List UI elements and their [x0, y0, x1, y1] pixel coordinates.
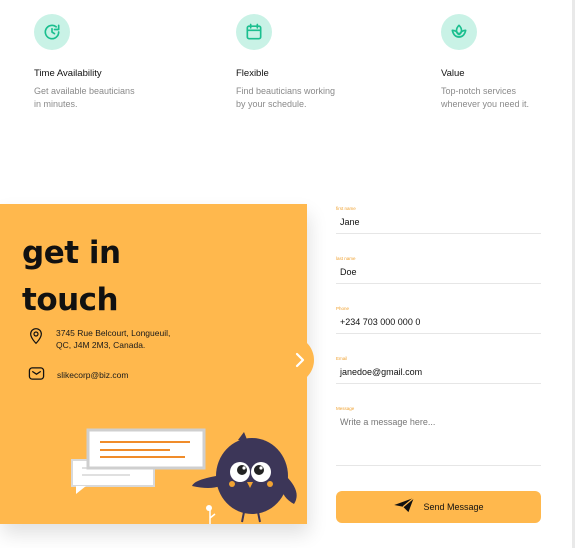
message-placeholder[interactable]: Write a message here... [340, 417, 435, 427]
feature-title: Value [441, 68, 465, 79]
email-row: slikecorp@biz.com [28, 366, 128, 386]
address-row: 3745 Rue Belcourt, Longueuil, QC, J4M 2M… [28, 327, 170, 351]
chevron-right-icon[interactable] [286, 336, 314, 384]
feature-flexible: Flexible Find beauticians working by you… [236, 14, 406, 111]
feature-value: Value Top-notch services whenever you ne… [441, 14, 575, 111]
feature-description: Find beauticians working by your schedul… [236, 86, 336, 109]
send-message-button[interactable]: Send Message [336, 491, 541, 523]
chatbird-illustration [71, 428, 297, 524]
phone-value[interactable]: +234 703 000 000 0 [340, 317, 420, 327]
feature-time-availability: Time Availability Get available beautici… [34, 14, 204, 111]
first-name-value[interactable]: Jane [340, 217, 360, 227]
lotus-leaf-icon [441, 14, 477, 50]
send-plane-icon [393, 496, 415, 518]
feature-title: Time Availability [34, 68, 102, 79]
email-text[interactable]: slikecorp@biz.com [57, 369, 128, 381]
features-row: Time Availability Get available beautici… [0, 14, 575, 124]
phone-field[interactable]: Phone +234 703 000 000 0 [336, 306, 541, 334]
email-value[interactable]: janedoe@gmail.com [340, 367, 422, 377]
message-field[interactable]: Message Write a message here... [336, 406, 541, 466]
last-name-label: last name [336, 256, 356, 261]
address-text: 3745 Rue Belcourt, Longueuil, QC, J4M 2M… [56, 328, 171, 350]
contact-headline: get in touch [22, 235, 121, 318]
email-field[interactable]: Email janedoe@gmail.com [336, 356, 541, 384]
clock-refresh-icon [34, 14, 70, 50]
last-name-field[interactable]: last name Doe [336, 256, 541, 284]
last-name-value[interactable]: Doe [340, 267, 357, 277]
send-message-label: Send Message [423, 502, 484, 512]
mail-icon [28, 366, 45, 386]
contact-info-panel: get in touch 3745 Rue Belcourt, Longueui… [0, 204, 307, 524]
feature-description: Top-notch services whenever you need it. [441, 86, 530, 109]
feature-description: Get available beauticians in minutes. [34, 86, 135, 109]
location-pin-icon [28, 327, 44, 350]
first-name-field[interactable]: first name Jane [336, 206, 541, 234]
calendar-icon [236, 14, 272, 50]
first-name-label: first name [336, 206, 356, 211]
email-label: Email [336, 356, 348, 361]
feature-title: Flexible [236, 68, 269, 79]
phone-label: Phone [336, 306, 350, 311]
message-label: Message [336, 406, 355, 411]
